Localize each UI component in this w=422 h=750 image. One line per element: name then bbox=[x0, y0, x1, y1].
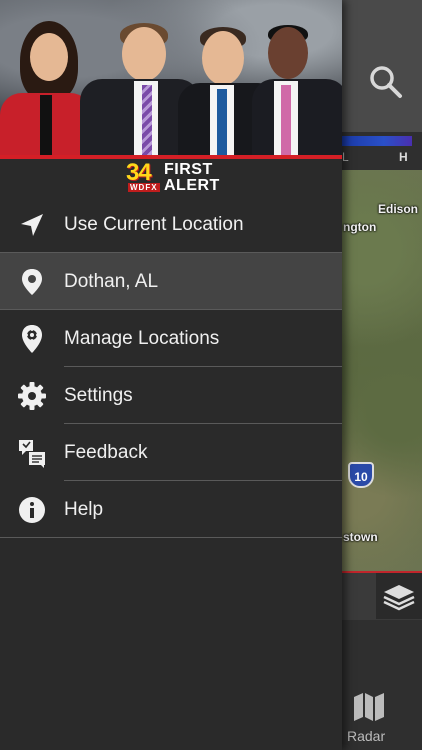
map-icon[interactable] bbox=[352, 692, 386, 722]
map-pin-icon bbox=[22, 268, 42, 295]
team-photo-banner bbox=[0, 0, 342, 155]
layers-icon bbox=[383, 585, 415, 611]
menu-item-use-current-location[interactable]: Use Current Location bbox=[0, 196, 342, 253]
map-label-ngton: ngton bbox=[343, 220, 377, 234]
map-label-edison: Edison bbox=[378, 202, 419, 216]
anchor-photo-4 bbox=[252, 13, 342, 155]
anchor-photo-1 bbox=[0, 15, 92, 155]
interstate-shield: 10 bbox=[348, 462, 374, 488]
menu-item-help[interactable]: Help bbox=[0, 481, 342, 538]
menu-item-feedback[interactable]: Feedback bbox=[0, 424, 342, 481]
search-button[interactable] bbox=[366, 62, 406, 102]
menu-item-label: Manage Locations bbox=[64, 327, 220, 349]
info-icon bbox=[19, 496, 45, 523]
search-icon bbox=[370, 66, 402, 98]
anchor-photo-2 bbox=[80, 13, 200, 155]
legend-high-label: H bbox=[399, 150, 408, 164]
menu-item-dothan-al[interactable]: Dothan, AL bbox=[0, 253, 342, 310]
menu-item-settings[interactable]: Settings bbox=[0, 367, 342, 424]
radar-tab-label[interactable]: Radar bbox=[347, 728, 385, 744]
gear-icon bbox=[18, 381, 46, 410]
feedback-icon bbox=[19, 439, 45, 468]
menu-item-label: Feedback bbox=[64, 441, 148, 463]
map-label-stown: stown bbox=[343, 530, 378, 544]
logo-call-sign: WDFX bbox=[128, 183, 160, 192]
station-logo: 34 WDFX FIRST ALERT bbox=[122, 159, 222, 195]
layers-button[interactable] bbox=[376, 573, 422, 619]
menu-item-label: Settings bbox=[64, 384, 133, 406]
menu-item-manage-locations[interactable]: Manage Locations bbox=[0, 310, 342, 367]
menu-item-label: Help bbox=[64, 498, 104, 520]
manage-locations-icon bbox=[22, 324, 42, 353]
navigation-drawer: 34 WDFX FIRST ALERT Use Current Location… bbox=[0, 0, 342, 750]
radar-legend-bar bbox=[342, 136, 412, 146]
menu-item-label: Use Current Location bbox=[64, 213, 244, 235]
drawer-menu: Use Current Location Dothan, AL Manage L… bbox=[0, 196, 342, 538]
legend-low-label: L bbox=[342, 150, 349, 164]
menu-item-label: Dothan, AL bbox=[64, 270, 159, 292]
logo-alert-text: ALERT bbox=[164, 177, 220, 194]
location-arrow-icon bbox=[21, 213, 43, 236]
